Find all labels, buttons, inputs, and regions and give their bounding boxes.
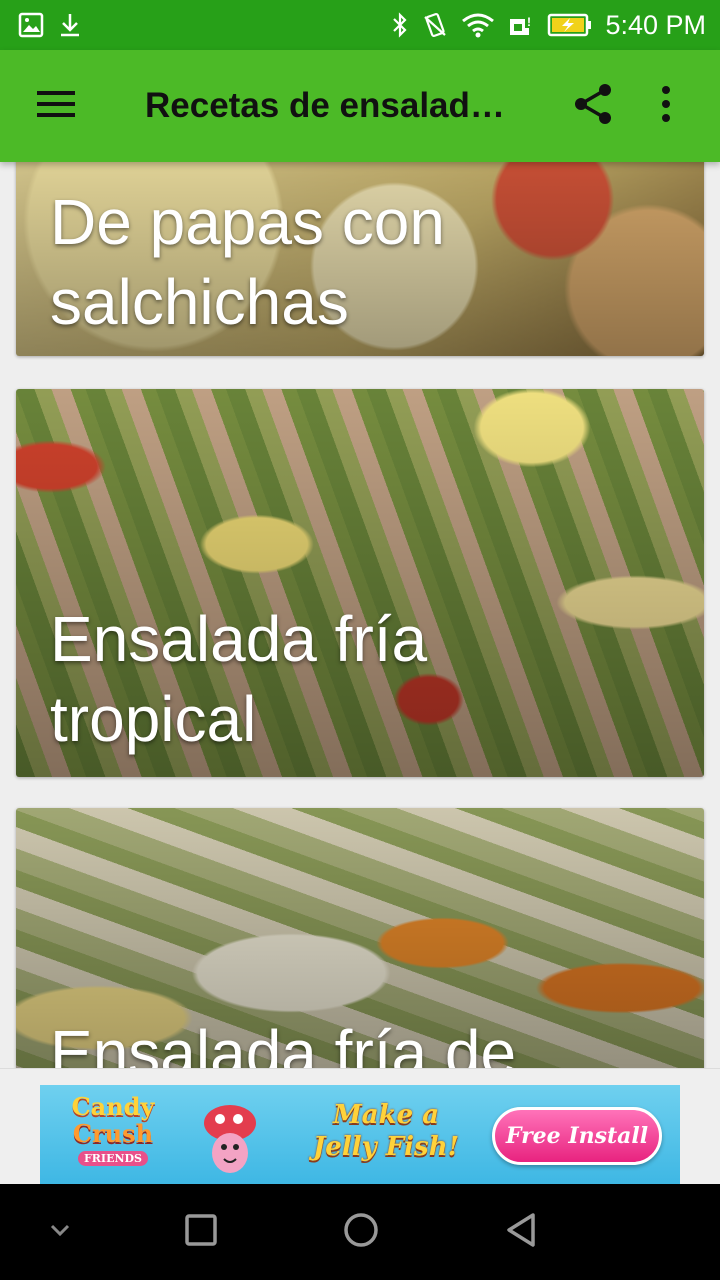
recipe-title: De papas con salchichas (50, 186, 445, 338)
mascot-icon (180, 1095, 280, 1179)
battery-charging-icon (547, 12, 593, 38)
bluetooth-icon (391, 11, 409, 39)
back-triangle-icon (503, 1211, 539, 1254)
ad-banner[interactable]: Candy Crush FRIENDS Make a Jelly Fish! F… (40, 1085, 680, 1185)
page-title: Recetas de ensalad… (145, 86, 505, 125)
recipe-card[interactable]: De papas con salchichas (16, 162, 704, 356)
collapse-chevron-icon (48, 1222, 72, 1243)
home-circle-icon (342, 1211, 380, 1254)
collapse-nav-button[interactable] (0, 1184, 120, 1280)
share-icon (573, 83, 613, 130)
recipe-title: Ensalada fría de (50, 1017, 517, 1068)
recipe-card[interactable]: Ensalada fría de (16, 808, 704, 1068)
sim-icon: ! (507, 11, 535, 39)
image-icon (18, 12, 44, 38)
share-button[interactable] (555, 50, 631, 162)
recipe-list[interactable]: De papas con salchichas Ensalada fría tr… (0, 162, 720, 1068)
ad-logo: Candy Crush FRIENDS (71, 1092, 155, 1166)
wifi-icon (461, 12, 495, 38)
vibrate-icon (421, 11, 449, 39)
status-bar: ! 5:40 PM (0, 0, 720, 50)
more-options-button[interactable] (631, 50, 701, 162)
home-button[interactable] (301, 1184, 421, 1280)
ad-headline: Make a Jelly Fish! (312, 1100, 460, 1162)
recipe-title: Ensalada fría tropical (50, 603, 428, 755)
hamburger-menu-button[interactable] (0, 50, 112, 162)
ad-area: Candy Crush FRIENDS Make a Jelly Fish! F… (0, 1068, 720, 1185)
free-install-button[interactable]: Free Install (492, 1107, 662, 1165)
more-vert-icon (661, 85, 671, 127)
recipe-card[interactable]: Ensalada fría tropical (16, 389, 704, 777)
recents-button[interactable] (141, 1184, 261, 1280)
recents-square-icon (184, 1213, 218, 1252)
back-button[interactable] (461, 1184, 581, 1280)
svg-text:!: ! (527, 15, 531, 29)
system-nav-bar (0, 1184, 720, 1280)
status-time: 5:40 PM (605, 9, 706, 40)
hamburger-menu-icon (36, 89, 76, 124)
app-bar: Recetas de ensalad… (0, 50, 720, 162)
download-icon (58, 12, 82, 38)
